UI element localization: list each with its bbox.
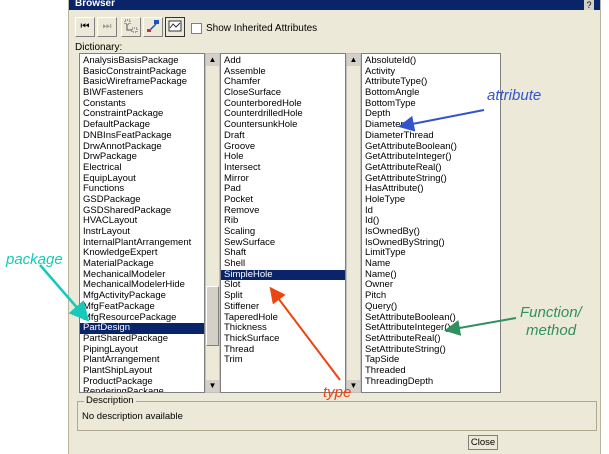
member-list-item[interactable]: ThreadingDepth — [365, 376, 500, 388]
member-list-item[interactable]: HoleType — [365, 194, 500, 206]
type-list-item[interactable]: Draft — [224, 130, 345, 142]
toolbar: ⏮ ⏭ Show Inherited Attributes — [75, 17, 375, 39]
package-list-item[interactable]: PartSharedPackage — [83, 333, 204, 345]
annotation-type: type — [323, 384, 352, 401]
inherit-button[interactable] — [143, 17, 163, 37]
show-inherited-option[interactable]: Show Inherited Attributes — [191, 21, 317, 35]
package-scrollbar[interactable]: ▲ ▼ — [205, 53, 220, 393]
type-scrollbar[interactable]: ▲ ▼ — [346, 53, 361, 393]
annotation-function: Function/ — [520, 304, 582, 321]
description-text: No description available — [82, 411, 183, 422]
package-list-item[interactable]: MfgFeatPackage — [83, 301, 204, 313]
first-icon: ⏮ — [80, 21, 90, 32]
next-icon: ⏭ — [102, 21, 112, 32]
member-list-item[interactable]: DiameterThread — [365, 130, 500, 142]
type-list-item[interactable]: Remove — [224, 205, 345, 217]
graph-button[interactable] — [165, 17, 185, 37]
hierarchy-icon — [124, 19, 138, 33]
show-inherited-checkbox[interactable] — [191, 22, 202, 34]
member-list-item[interactable]: GetAttributeReal() — [365, 162, 500, 174]
type-list-item[interactable]: Trim — [224, 355, 345, 366]
first-button[interactable]: ⏮ — [75, 17, 95, 37]
scroll-thumb[interactable] — [206, 286, 219, 346]
inherit-icon — [147, 20, 159, 32]
annotation-method: method — [526, 322, 577, 339]
next-button[interactable]: ⏭ — [97, 17, 117, 37]
package-list-item[interactable]: RenderingPackage — [83, 387, 204, 392]
member-list-item[interactable]: Query() — [365, 301, 500, 313]
annotation-attribute: attribute — [487, 87, 542, 104]
type-list-item[interactable]: Stiffener — [224, 301, 345, 313]
type-list[interactable]: Add Assemble Chamfer CloseSurface Counterbor… — [220, 53, 346, 393]
scroll-down-icon[interactable]: ▼ — [206, 380, 219, 392]
hierarchy-button[interactable] — [121, 17, 141, 37]
help-button[interactable]: ? — [584, 0, 594, 10]
type-list-item[interactable]: Mirror — [224, 173, 345, 185]
type-list-item[interactable]: ThickSurface — [224, 333, 345, 345]
dictionary-label: Dictionary: — [75, 42, 123, 53]
description-legend: Description — [84, 395, 136, 406]
show-inherited-label: Show Inherited Attributes — [206, 22, 318, 34]
package-list-item[interactable]: DNBInsFeatPackage — [83, 130, 204, 142]
close-button[interactable]: Close — [468, 435, 498, 450]
scroll-up-icon[interactable]: ▲ — [206, 54, 219, 66]
annotation-package: package — [6, 251, 63, 268]
package-list[interactable]: AnalysisBasisPackage BasicConstraintPacka… — [79, 53, 205, 393]
description-group: Description No description available — [77, 395, 597, 431]
scroll-up-icon[interactable]: ▲ — [347, 54, 360, 66]
package-list-item[interactable]: Electrical — [83, 162, 204, 174]
member-list[interactable]: AbsoluteId() Activity AttributeType() Botto… — [361, 53, 501, 393]
window-title: Browser — [75, 0, 116, 9]
title-bar: Browser ? — [69, 0, 600, 10]
member-list-item[interactable]: SetAttributeReal() — [365, 333, 500, 345]
type-list-item[interactable]: Intersect — [224, 162, 345, 174]
graph-icon — [168, 20, 182, 32]
member-list-item[interactable]: Id — [365, 205, 500, 217]
type-list-item[interactable]: Slot — [224, 280, 345, 291]
